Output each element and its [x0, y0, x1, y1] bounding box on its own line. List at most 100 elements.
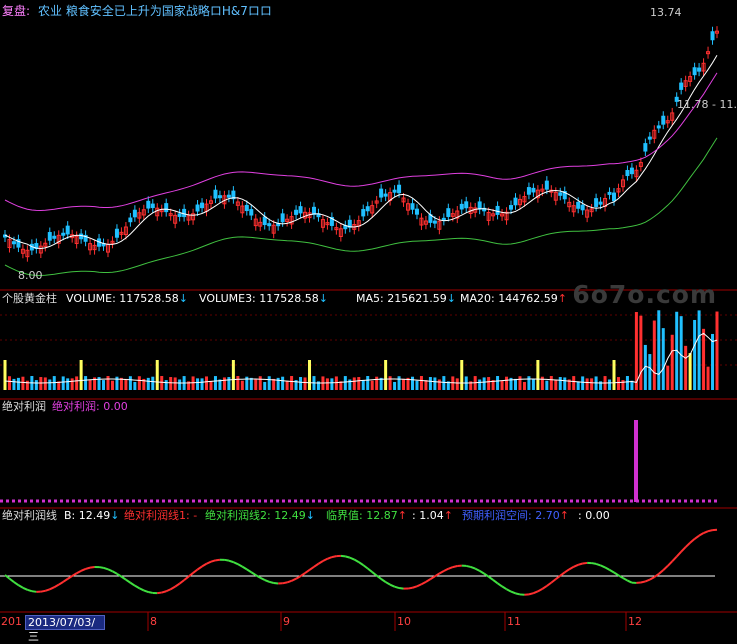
profit-line-segment [99, 567, 103, 568]
profit-line-segment [448, 567, 452, 569]
candle-body [80, 234, 83, 239]
volume-bar [371, 381, 374, 390]
volume-bar [250, 378, 253, 390]
candle-body [433, 221, 436, 223]
volume-bar [196, 378, 199, 390]
profit-line-segment [274, 583, 278, 584]
volume3-readout: VOLUME3: 117528.58↓ [199, 292, 328, 306]
candle-body [281, 214, 284, 222]
volume-bar [550, 376, 553, 390]
profit-line-segment [283, 582, 287, 583]
profit-line-segment [547, 583, 551, 586]
candle-body [496, 206, 499, 214]
upper-band-line [5, 73, 717, 211]
selected-date[interactable]: 2013/07/03/三 [25, 615, 105, 630]
volume-bar [689, 353, 692, 390]
candle-body [295, 210, 298, 214]
volume-bar [684, 346, 687, 390]
volume-bar [693, 320, 696, 390]
volume-bar [232, 360, 235, 390]
profit-line-segment [354, 560, 358, 563]
volume-bar [263, 382, 266, 390]
profit-line-segment [421, 582, 425, 584]
candle-body [250, 210, 253, 215]
volume-bar [657, 310, 660, 390]
profit-line-segment [677, 552, 681, 557]
volume-bar [384, 360, 387, 390]
volume-bar [133, 382, 136, 390]
ma20-readout: MA20: 144762.59↑ [460, 292, 567, 306]
volume-bar [438, 379, 441, 390]
profit-line-segment [498, 583, 502, 586]
volume-bar [174, 377, 177, 390]
profit-line-segment [538, 589, 542, 591]
profit-line-segment [224, 560, 228, 561]
profit-line-segment [430, 576, 434, 579]
volume-bar [335, 376, 338, 390]
profit-line-segment [533, 591, 537, 593]
volume-bar [124, 379, 127, 390]
profit-line-segment [166, 589, 170, 591]
volume-panel-name: 个股黄金柱 [2, 292, 57, 306]
volume-bar [102, 380, 105, 390]
axis-month-8: 8 [150, 615, 157, 629]
candle-body [514, 198, 517, 205]
volume-bar [254, 379, 257, 390]
profit-line-segment [681, 547, 685, 552]
volume-bar [487, 377, 490, 390]
header-label: 复盘: [2, 4, 30, 18]
stock-chart-canvas[interactable] [0, 0, 737, 631]
volume-bar [420, 376, 423, 390]
volume-bar [178, 379, 181, 390]
candle-body [630, 168, 633, 174]
candle-body [165, 204, 168, 212]
profit-bar [634, 420, 638, 502]
profit-line-segment [605, 567, 609, 569]
volume-bar [80, 360, 83, 390]
profit-line-segment [493, 580, 497, 583]
candle-body [711, 32, 714, 40]
profit-line-segment [126, 580, 130, 583]
profit-line-segment [112, 571, 116, 574]
profit-line-segment [265, 580, 269, 582]
profit-line-segment [229, 561, 233, 562]
volume-ma-line [5, 333, 717, 383]
profit-line-segment [645, 580, 649, 582]
volume-bar [84, 376, 87, 390]
profit-line-segment [247, 569, 251, 572]
volume-bar [272, 379, 275, 390]
candle-body [657, 126, 660, 128]
volume-bar [44, 377, 47, 390]
profit-line-segment [390, 585, 394, 587]
volume-bar [393, 382, 396, 390]
profit-line-segment [417, 584, 421, 586]
volume-bar [330, 378, 333, 390]
candle-body [577, 202, 580, 208]
profit-line-segment [704, 531, 708, 533]
volume-bar [559, 377, 562, 390]
volume-bar [590, 378, 593, 390]
candle-body [465, 202, 468, 208]
profit-line-segment [162, 591, 166, 592]
candle-body [312, 207, 315, 214]
volume-bar [236, 376, 239, 390]
profit-line-segment [215, 560, 219, 561]
profit-value: 绝对利润: 0.00 [52, 400, 128, 414]
candle-body [626, 171, 629, 176]
profit-line-segment [18, 585, 22, 588]
profit-line-segment [104, 568, 108, 569]
profit-line-segment [184, 577, 188, 581]
candle-body [608, 192, 611, 194]
volume-readout: VOLUME: 117528.58↓ [66, 292, 188, 306]
profit-line-segment [654, 574, 658, 577]
candle-body [62, 233, 65, 235]
volume-bar [666, 366, 669, 390]
candle-body [411, 204, 414, 210]
volume-bar [460, 360, 463, 390]
line2-value: 绝对利润线2: 12.49↓ [205, 509, 315, 523]
profit-line-segment [453, 566, 457, 567]
profit-line-segment [475, 569, 479, 571]
candle-body [178, 214, 181, 217]
profit-line-segment [583, 563, 587, 564]
candle-body [263, 217, 266, 224]
